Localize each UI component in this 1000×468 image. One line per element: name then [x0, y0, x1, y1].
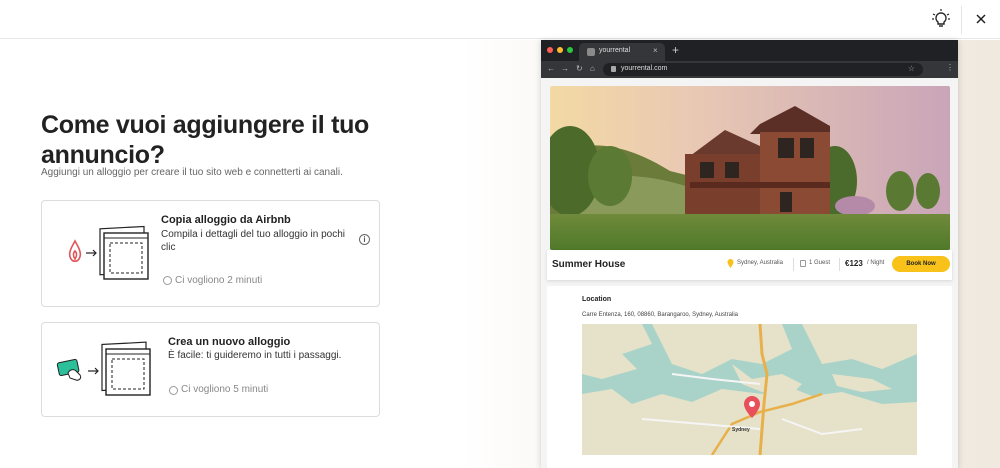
tab-close-icon: × [653, 46, 658, 55]
option-duration: Ci vogliono 2 minuti [175, 275, 263, 286]
url-field: yourrental.com ☆ [603, 63, 923, 76]
lightbulb-icon[interactable] [930, 8, 952, 30]
browser-tabbar: yourrental × + [541, 40, 958, 61]
forward-icon: → [561, 64, 569, 73]
browser-tab: yourrental × [579, 43, 665, 61]
hand-card-illustration [56, 341, 151, 396]
window-minimize-dot [557, 47, 563, 53]
location-pin-icon [727, 259, 734, 268]
page-title: Come vuoi aggiungere il tuo annuncio? [41, 111, 370, 169]
top-bar [0, 0, 1000, 39]
house-photo [550, 86, 950, 250]
location-section: Location Carre Entenza, 160, 08860, Bara… [547, 286, 952, 468]
home-icon: ⌂ [590, 64, 595, 73]
reload-icon: ↻ [576, 64, 583, 73]
back-icon: ← [547, 64, 555, 73]
new-tab-icon: + [672, 43, 680, 57]
website-preview: yourrental × + ← → ↻ ⌂ yourrental.com ☆ … [541, 40, 958, 468]
clock-icon [169, 386, 178, 395]
info-icon[interactable]: i [359, 234, 370, 245]
guest-icon [800, 260, 806, 267]
option-description: È facile: ti guideremo in tutti i passag… [168, 350, 342, 361]
option-description: Compila i dettagli del tuo alloggio in p… [161, 229, 346, 253]
listing-guests: 1 Guest [809, 260, 831, 266]
option-title: Copia alloggio da Airbnb [161, 214, 291, 226]
window-maximize-dot [567, 47, 573, 53]
option-create-new[interactable]: Crea un nuovo alloggio È facile: ti guid… [41, 322, 380, 417]
divider [793, 258, 794, 271]
close-icon[interactable] [972, 10, 990, 28]
price-unit: / Night [867, 260, 885, 266]
option-duration: Ci vogliono 5 minuti [181, 384, 269, 395]
page-subtitle: Aggiungi un alloggio per creare il tuo s… [41, 167, 343, 178]
favicon-icon [587, 48, 595, 56]
option-copy-airbnb[interactable]: Copia alloggio da Airbnb Compila i detta… [41, 200, 380, 307]
location-map [582, 324, 917, 455]
location-title: Location [582, 296, 612, 303]
url-text: yourrental.com [621, 65, 668, 72]
window-close-dot [547, 47, 553, 53]
divider [839, 258, 840, 271]
hand-card-icon [56, 358, 82, 381]
map-label: Sydney [732, 427, 750, 433]
bookmark-star-icon: ☆ [907, 64, 915, 73]
airbnb-logo-icon [68, 239, 82, 263]
website-content: Summer House Sydney, Australia 1 Guest €… [541, 78, 958, 468]
tab-title: yourrental [599, 47, 631, 54]
browser-addressbar: ← → ↻ ⌂ yourrental.com ☆ ⋮ [541, 61, 958, 78]
option-title: Crea un nuovo alloggio [168, 336, 291, 348]
listing-name: Summer House [552, 259, 626, 270]
listing-price: €123 [845, 259, 863, 268]
lock-icon [611, 66, 616, 72]
book-now-button: Book Now [892, 256, 950, 272]
listing-summary: Summer House Sydney, Australia 1 Guest €… [547, 250, 952, 280]
clock-icon [163, 276, 172, 285]
browser-menu-icon: ⋮ [946, 63, 954, 72]
location-address: Carre Entenza, 160, 08860, Barangaroo, S… [582, 312, 738, 318]
listing-location: Sydney, Australia [737, 260, 783, 266]
airbnb-import-illustration [68, 225, 149, 280]
topbar-divider [961, 6, 962, 34]
